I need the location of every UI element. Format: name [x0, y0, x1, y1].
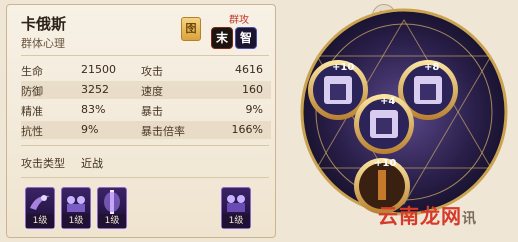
hero-type: 群体心理 [21, 37, 65, 50]
hero-info-panel: 卡俄斯 群体心理 囹 群攻 末 智 生命 21500 攻击 4616 防御 32… [6, 4, 276, 238]
gear-bonus-top-left: +10 [332, 62, 354, 73]
gear-bonus-center: +4 [380, 96, 395, 107]
aoe-label: 群攻 [229, 15, 249, 26]
skill-icon [227, 195, 245, 212]
divider [21, 55, 269, 56]
stat-row: 精准 83% 暴击 9% [21, 103, 263, 118]
skill-slot-3[interactable]: 1级 [97, 187, 127, 229]
gold-badge-icon[interactable]: 囹 [181, 17, 201, 41]
skill-level: 1级 [98, 214, 126, 228]
skill-level: 1级 [26, 214, 54, 228]
skill-icon [104, 190, 120, 214]
stat-row: 抗性 9% 暴击倍率 166% [21, 121, 271, 139]
skill-icon [30, 195, 50, 210]
skill-level: 1级 [222, 214, 250, 228]
stat-row: 防御 3252 速度 160 [21, 81, 271, 99]
watermark: 云南龙网讯 [378, 204, 477, 228]
gear-bonus-bottom: +10 [374, 158, 396, 169]
gear-bonus-top-right: +8 [424, 62, 439, 73]
skill-slot-4[interactable]: 1级 [221, 187, 251, 229]
divider [21, 177, 269, 178]
hero-name: 卡俄斯 [21, 15, 67, 33]
divider [21, 145, 269, 146]
skill-slot-2[interactable]: 1级 [61, 187, 91, 229]
element-badge-icon[interactable]: 末 [211, 27, 233, 49]
skill-icon [67, 196, 85, 212]
attack-type-row: 攻击类型 近战 [21, 157, 103, 170]
skill-level: 1级 [62, 214, 90, 228]
stat-row: 生命 21500 攻击 4616 [21, 63, 263, 78]
attribute-badge-icon[interactable]: 智 [235, 27, 257, 49]
skill-slot-1[interactable]: 1级 [25, 187, 55, 229]
